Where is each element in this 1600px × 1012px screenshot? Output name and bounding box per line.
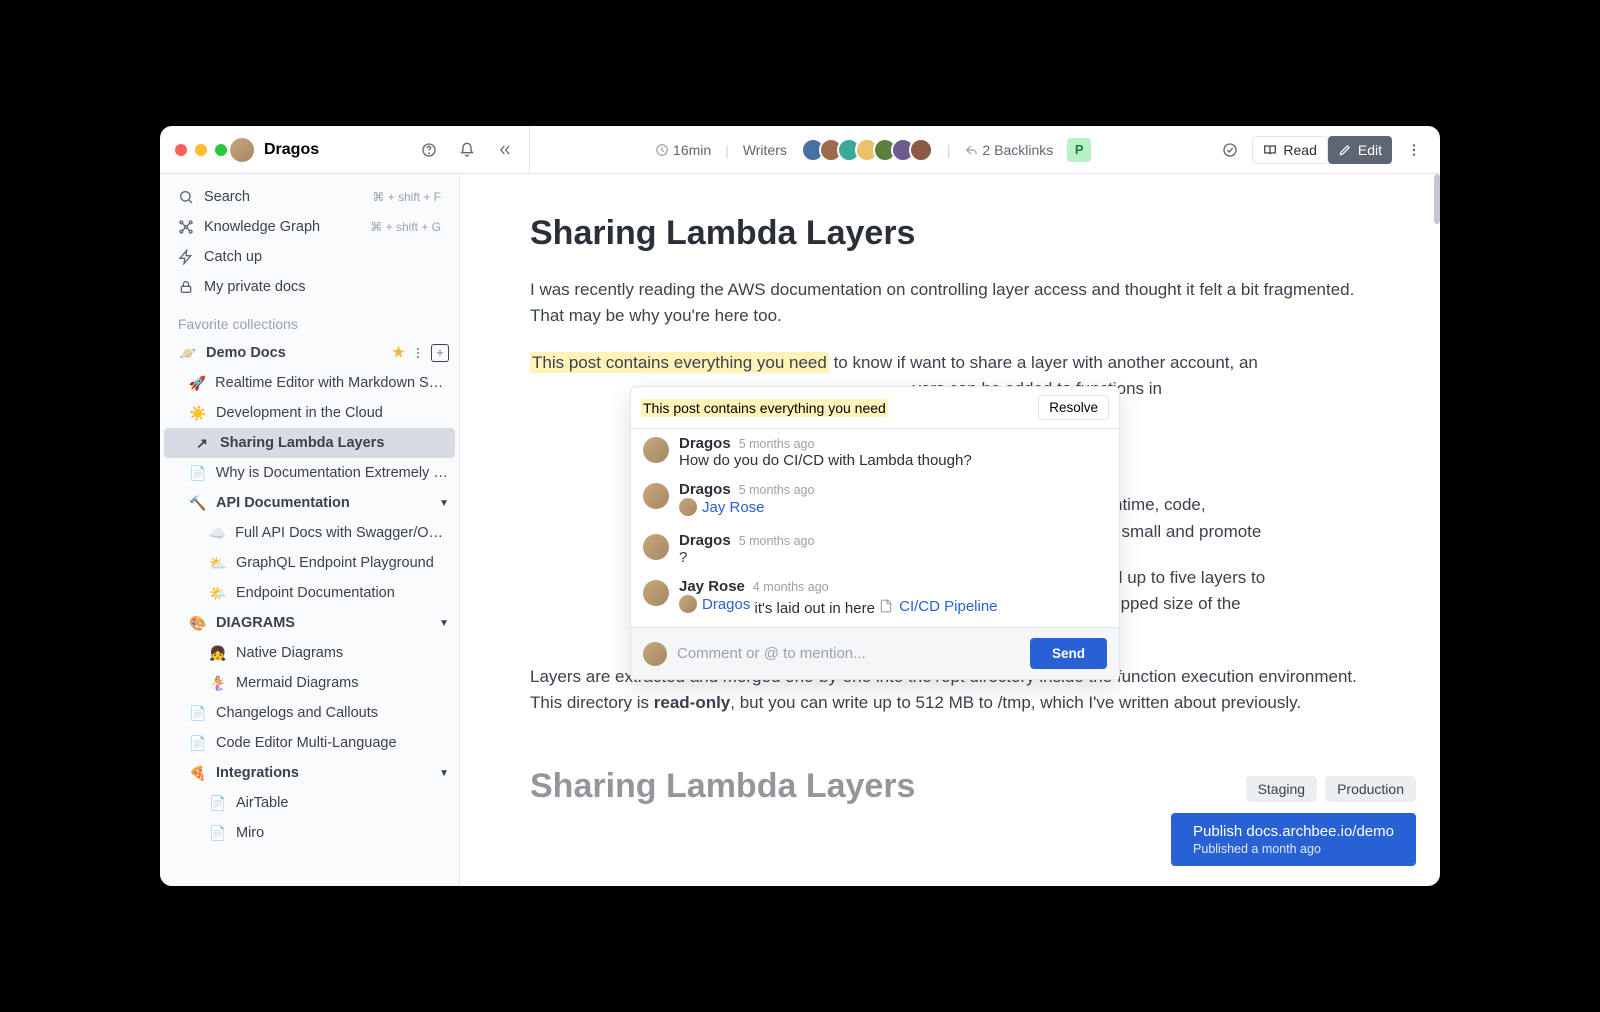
read-mode-button[interactable]: Read	[1252, 136, 1327, 164]
sidebar-item[interactable]: 📄Code Editor Multi-Language	[160, 728, 459, 758]
status-badge[interactable]: P	[1067, 138, 1091, 162]
sidebar-item[interactable]: 🍕Integrations▼	[160, 758, 459, 788]
doc-link[interactable]: CI/CD Pipeline	[879, 598, 997, 615]
collection-more-icon[interactable]	[411, 346, 425, 360]
writer-avatar[interactable]	[909, 138, 933, 162]
check-icon[interactable]	[1216, 136, 1244, 164]
sidebar-item[interactable]: 🧜‍♀️Mermaid Diagrams	[160, 668, 459, 698]
more-icon[interactable]	[1400, 136, 1428, 164]
titlebar-center: 16min | Writers | 2 Backlinks P	[530, 138, 1216, 162]
backlinks-link[interactable]: 2 Backlinks	[965, 142, 1054, 158]
comment-item: Dragos5 months agoJay Rose	[643, 481, 1107, 520]
sidebar-item[interactable]: 👧Native Diagrams	[160, 638, 459, 668]
comment-highlight-ref: This post contains everything you need	[641, 399, 888, 417]
sidebar-item[interactable]: ↗Sharing Lambda Layers	[164, 428, 455, 458]
comment-item: Dragos5 months agoHow do you do CI/CD wi…	[643, 435, 1107, 469]
favorite-collections-header: Favorite collections	[160, 310, 459, 338]
chevron-down-icon[interactable]: ▼	[439, 768, 449, 779]
comment-popover: This post contains everything you need R…	[630, 386, 1120, 680]
publish-button[interactable]: Publish docs.archbee.io/demo Published a…	[1171, 813, 1416, 866]
app-window: Dragos 16min | Writers | 2 Backlin	[160, 126, 1440, 886]
comment-avatar	[643, 437, 669, 463]
edit-mode-button[interactable]: Edit	[1328, 136, 1392, 164]
sidebar-item[interactable]: 📄Miro	[160, 818, 459, 848]
star-icon[interactable]: ★	[392, 345, 405, 361]
titlebar-left: Dragos	[230, 126, 530, 173]
page-tree: 🚀Realtime Editor with Markdown Sho…☀️Dev…	[160, 368, 459, 886]
tag-staging[interactable]: Staging	[1246, 776, 1317, 802]
sidebar-item[interactable]: ⛅GraphQL Endpoint Playground	[160, 548, 459, 578]
heading-repeat: Sharing Lambda Layers	[530, 767, 1370, 806]
maximize-window-button[interactable]	[215, 144, 227, 156]
sidebar-item[interactable]: 🌤️Endpoint Documentation	[160, 578, 459, 608]
highlighted-text[interactable]: This post contains everything you need	[530, 352, 829, 373]
user-avatar[interactable]	[230, 138, 254, 162]
search-row[interactable]: Search ⌘ + shift + F	[160, 182, 459, 212]
notifications-icon[interactable]	[453, 136, 481, 164]
writers-label[interactable]: Writers	[743, 142, 787, 158]
minimize-window-button[interactable]	[195, 144, 207, 156]
writers-avatars[interactable]	[801, 138, 933, 162]
send-button[interactable]: Send	[1030, 638, 1107, 669]
mention-link[interactable]: Jay Rose	[679, 498, 765, 516]
catch-up-row[interactable]: Catch up	[160, 242, 459, 272]
doc-tags: Staging Production	[1246, 776, 1416, 802]
collapse-sidebar-icon[interactable]	[491, 136, 519, 164]
mention-link[interactable]: Dragos	[679, 595, 750, 613]
sidebar-item[interactable]: ☀️Development in the Cloud	[160, 398, 459, 428]
private-docs-row[interactable]: My private docs	[160, 272, 459, 302]
sidebar-item[interactable]: 📄Changelogs and Callouts	[160, 698, 459, 728]
titlebar: Dragos 16min | Writers | 2 Backlin	[160, 126, 1440, 174]
sidebar: Search ⌘ + shift + F Knowledge Graph ⌘ +…	[160, 174, 460, 886]
comment-item: Jay Rose4 months agoDragos it's laid out…	[643, 578, 1107, 617]
help-icon[interactable]	[415, 136, 443, 164]
user-name: Dragos	[264, 141, 319, 159]
reading-time: 16min	[655, 142, 711, 158]
chevron-down-icon[interactable]: ▼	[439, 498, 449, 509]
add-page-icon[interactable]: +	[431, 344, 449, 362]
comment-avatar	[643, 580, 669, 606]
tag-production[interactable]: Production	[1325, 776, 1416, 802]
window-controls	[160, 144, 230, 156]
chevron-down-icon[interactable]: ▼	[439, 618, 449, 629]
sidebar-item[interactable]: 🎨DIAGRAMS▼	[160, 608, 459, 638]
sidebar-item[interactable]: ☁️Full API Docs with Swagger/Ope…	[160, 518, 459, 548]
sidebar-item[interactable]: 🚀Realtime Editor with Markdown Sho…	[160, 368, 459, 398]
resolve-button[interactable]: Resolve	[1038, 395, 1109, 420]
page-title: Sharing Lambda Layers	[530, 214, 1370, 253]
collection-demo-docs[interactable]: 🪐 Demo Docs ★ +	[160, 338, 459, 368]
comment-avatar	[643, 534, 669, 560]
comment-input[interactable]	[677, 645, 1020, 662]
comment-avatar	[643, 483, 669, 509]
comment-item: Dragos5 months ago?	[643, 532, 1107, 566]
sidebar-item[interactable]: 📄Why is Documentation Extremely I…	[160, 458, 459, 488]
sidebar-item[interactable]: 🔨API Documentation▼	[160, 488, 459, 518]
paragraph-intro: I was recently reading the AWS documenta…	[530, 277, 1370, 330]
comment-input-avatar	[643, 642, 667, 666]
knowledge-graph-row[interactable]: Knowledge Graph ⌘ + shift + G	[160, 212, 459, 242]
sidebar-item[interactable]: 📄AirTable	[160, 788, 459, 818]
close-window-button[interactable]	[175, 144, 187, 156]
titlebar-right: Read Edit	[1216, 136, 1440, 164]
